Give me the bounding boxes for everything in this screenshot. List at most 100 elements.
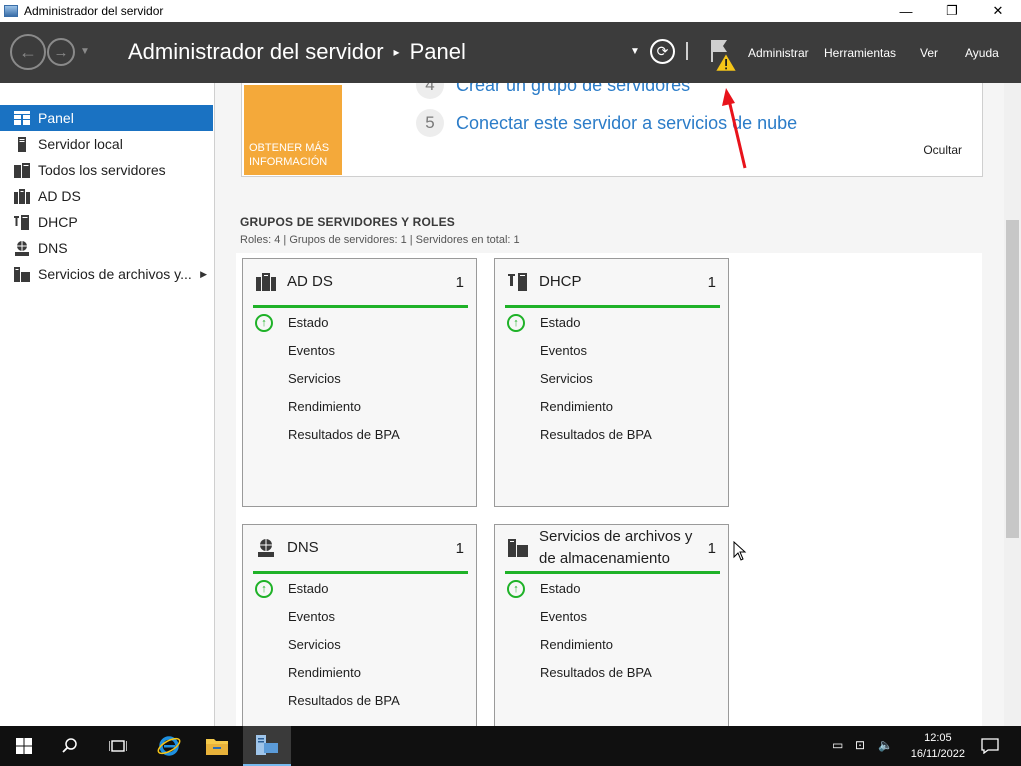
- refresh-icon: ⟳: [656, 43, 669, 59]
- status-ok-icon: ↑: [507, 580, 525, 598]
- sidebar-item-servidor-local[interactable]: Servidor local: [0, 131, 213, 157]
- adds-icon: [256, 272, 276, 292]
- step-create-server-group[interactable]: 4 Crear un grupo de servidores: [416, 83, 690, 99]
- menu-administrar[interactable]: Administrar: [748, 46, 809, 60]
- sidebar-item-label: Servicios de archivos y...: [38, 266, 192, 282]
- sidebar-item-ad-ds[interactable]: AD DS: [0, 183, 213, 209]
- search-button[interactable]: [46, 726, 94, 766]
- battery-icon[interactable]: ▭: [832, 738, 843, 752]
- restore-button[interactable]: ❐: [929, 0, 975, 22]
- tile-row-rendimiento[interactable]: Rendimiento: [288, 665, 361, 680]
- tile-count: 1: [707, 273, 716, 291]
- tile-title: AD DS: [287, 273, 333, 290]
- tile-row-bpa[interactable]: Resultados de BPA: [288, 427, 400, 442]
- tile-row-eventos[interactable]: Eventos: [288, 609, 335, 624]
- menu-herramientas[interactable]: Herramientas: [824, 46, 896, 60]
- task-view-button[interactable]: [94, 726, 142, 766]
- tile-row-bpa[interactable]: Resultados de BPA: [540, 665, 652, 680]
- file-services-icon: [14, 266, 30, 282]
- clock-time: 12:05: [924, 732, 952, 744]
- back-button[interactable]: ←: [10, 34, 46, 70]
- tile-row-bpa[interactable]: Resultados de BPA: [288, 693, 400, 708]
- server-manager-taskbar-button[interactable]: [243, 726, 291, 766]
- tile-row-estado[interactable]: Estado: [540, 315, 580, 330]
- welcome-panel: OBTENER MÁS INFORMACIÓN 4 Crear un grupo…: [241, 83, 983, 177]
- breadcrumb-dropdown-icon[interactable]: ▼: [630, 46, 640, 57]
- server-icon: [14, 136, 30, 152]
- step-link[interactable]: Conectar este servidor a servicios de nu…: [456, 113, 797, 134]
- tile-count: 1: [455, 539, 464, 557]
- role-tile-servicios-de-archivos[interactable]: Servicios de archivos y de almacenamient…: [494, 524, 729, 726]
- step-connect-cloud[interactable]: 5 Conectar este servidor a servicios de …: [416, 109, 797, 137]
- role-tile-dhcp[interactable]: DHCP 1 ↑ Estado Eventos Servicios Rendim…: [494, 258, 729, 507]
- taskbar: ▭ ⊡ 🔈 12:05 16/11/2022: [0, 726, 1021, 766]
- tile-title: Servicios de archivos y de almacenamient…: [539, 528, 693, 567]
- tile-header[interactable]: Servicios de archivos y de almacenamient…: [505, 525, 720, 574]
- step-link[interactable]: Crear un grupo de servidores: [456, 83, 690, 96]
- notification-center-button[interactable]: [966, 726, 1014, 766]
- tile-row-rendimiento[interactable]: Rendimiento: [288, 399, 361, 414]
- hide-welcome-link[interactable]: Ocultar: [923, 143, 962, 157]
- scrollbar-thumb[interactable]: [1006, 220, 1019, 538]
- sidebar-item-dns[interactable]: DNS: [0, 235, 213, 261]
- tile-row-servicios[interactable]: Servicios: [540, 371, 593, 386]
- forward-button[interactable]: →: [47, 38, 75, 66]
- tile-row-eventos[interactable]: Eventos: [288, 343, 335, 358]
- servers-icon: [14, 162, 30, 178]
- tile-row-servicios[interactable]: Servicios: [288, 637, 341, 652]
- sidebar-item-servicios-de-archivos[interactable]: Servicios de archivos y... ▶: [0, 261, 213, 287]
- status-ok-icon: ↑: [255, 314, 273, 332]
- breadcrumb-app[interactable]: Administrador del servidor: [128, 39, 384, 65]
- role-tile-dns[interactable]: DNS 1 ↑ Estado Eventos Servicios Rendimi…: [242, 524, 477, 726]
- learn-more-tile[interactable]: OBTENER MÁS INFORMACIÓN: [244, 85, 342, 175]
- sidebar: Panel Servidor local Todos los servidore…: [0, 83, 215, 726]
- tile-count: 1: [455, 273, 464, 291]
- close-button[interactable]: ✕: [975, 0, 1021, 22]
- tile-row-estado[interactable]: Estado: [288, 581, 328, 596]
- file-explorer-button[interactable]: [193, 726, 241, 766]
- refresh-button[interactable]: ⟳: [650, 39, 675, 64]
- tile-row-servicios[interactable]: Servicios: [288, 371, 341, 386]
- tile-row-bpa[interactable]: Resultados de BPA: [540, 427, 652, 442]
- section-summary: Roles: 4 | Grupos de servidores: 1 | Ser…: [240, 234, 520, 246]
- network-icon[interactable]: ⊡: [855, 738, 865, 752]
- tile-header[interactable]: AD DS 1: [253, 259, 468, 308]
- window-title: Administrador del servidor: [24, 4, 164, 18]
- tile-title: DHCP: [539, 273, 582, 290]
- sidebar-item-todos-los-servidores[interactable]: Todos los servidores: [0, 157, 213, 183]
- action-center-icon: [981, 738, 999, 754]
- tile-header[interactable]: DHCP 1: [505, 259, 720, 308]
- tile-row-eventos[interactable]: Eventos: [540, 343, 587, 358]
- internet-explorer-button[interactable]: [145, 726, 193, 766]
- step-number: 4: [416, 83, 444, 99]
- tile-row-rendimiento[interactable]: Rendimiento: [540, 637, 613, 652]
- volume-muted-icon[interactable]: 🔈: [878, 738, 893, 752]
- menu-ayuda[interactable]: Ayuda: [965, 46, 999, 60]
- start-button[interactable]: [0, 726, 48, 766]
- sidebar-item-panel[interactable]: Panel: [0, 105, 213, 131]
- tile-header[interactable]: DNS 1: [253, 525, 468, 574]
- learn-more-label: OBTENER MÁS INFORMACIÓN: [249, 142, 330, 168]
- dhcp-icon: [14, 214, 30, 230]
- status-ok-icon: ↑: [255, 580, 273, 598]
- adds-icon: [14, 188, 30, 204]
- expand-arrow-icon[interactable]: ▶: [200, 269, 207, 280]
- tile-row-rendimiento[interactable]: Rendimiento: [540, 399, 613, 414]
- breadcrumb: Administrador del servidor ▸ Panel: [128, 39, 466, 65]
- minimize-button[interactable]: —: [883, 0, 929, 22]
- menu-ver[interactable]: Ver: [920, 46, 938, 60]
- dns-icon: [256, 538, 276, 558]
- breadcrumb-page: Panel: [409, 39, 466, 64]
- tile-row-estado[interactable]: Estado: [540, 581, 580, 596]
- notifications-flag-icon[interactable]: [709, 38, 739, 72]
- status-ok-icon: ↑: [507, 314, 525, 332]
- system-clock[interactable]: 12:05 16/11/2022: [911, 730, 965, 762]
- history-dropdown-icon[interactable]: ▼: [80, 46, 90, 57]
- role-tile-ad-ds[interactable]: AD DS 1 ↑ Estado Eventos Servicios Rendi…: [242, 258, 477, 507]
- sidebar-item-dhcp[interactable]: DHCP: [0, 209, 213, 235]
- tile-row-eventos[interactable]: Eventos: [540, 609, 587, 624]
- sidebar-item-label: DNS: [38, 240, 68, 256]
- vertical-scrollbar[interactable]: [1004, 83, 1021, 726]
- tile-row-estado[interactable]: Estado: [288, 315, 328, 330]
- sidebar-item-label: AD DS: [38, 188, 81, 204]
